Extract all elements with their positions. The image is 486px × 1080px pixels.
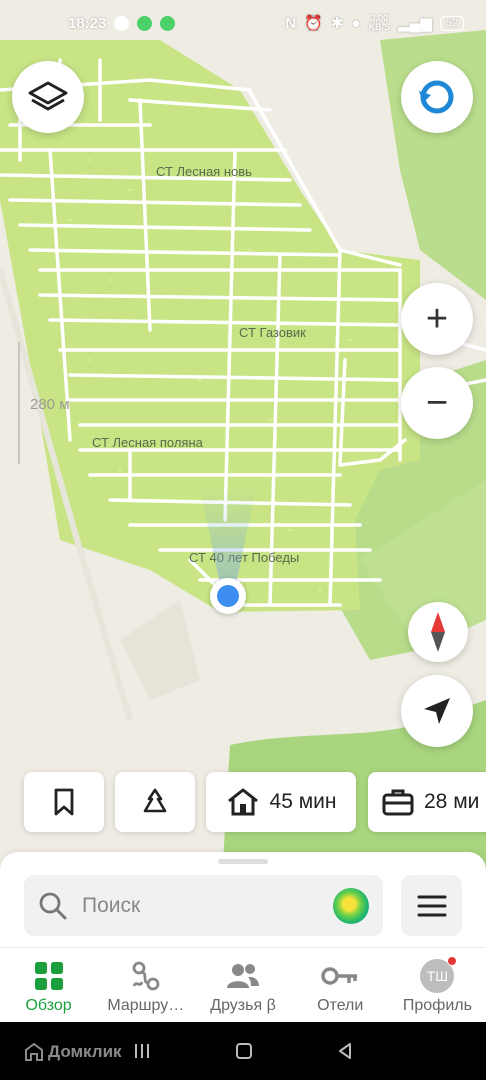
- zoom-out-button[interactable]: −: [401, 367, 473, 439]
- sheet-divider: [0, 947, 486, 948]
- layers-icon: [28, 81, 68, 111]
- scale-label: 280 м: [30, 396, 70, 413]
- hamburger-icon: [417, 895, 446, 916]
- layers-button[interactable]: [12, 61, 84, 133]
- alarm-icon: ⏰: [304, 15, 323, 32]
- bookmarks-chip[interactable]: [24, 772, 104, 832]
- work-route-time: 28 ми: [424, 790, 480, 813]
- search-bar[interactable]: Поиск: [24, 875, 383, 936]
- tab-profile-label: Профиль: [402, 997, 472, 1014]
- sheet-grabber[interactable]: [218, 859, 268, 864]
- tab-hotels-label: Отели: [317, 997, 364, 1014]
- compass-icon: [431, 612, 445, 652]
- rotate-icon: [419, 80, 454, 114]
- tab-routes-label: Маршру…: [107, 997, 185, 1014]
- work-route-chip[interactable]: 28 ми: [368, 772, 486, 832]
- zoom-in-button[interactable]: +: [401, 283, 473, 355]
- location-dot: [217, 585, 239, 607]
- bookmark-icon: [54, 788, 74, 816]
- avatar: ТШ: [420, 956, 458, 993]
- home-icon: [227, 788, 258, 816]
- menu-button[interactable]: [401, 875, 462, 936]
- location-status-icon: ●: [351, 14, 361, 32]
- whatsapp-icon: [114, 15, 130, 31]
- search-input[interactable]: Поиск: [82, 894, 140, 918]
- map-label-lesnaya-polyana: СТ Лесная поляна: [92, 435, 203, 450]
- navigation-arrow-icon: [424, 698, 450, 724]
- tab-bar: Обзор Маршру… Друзья β Отели ТШ Профиль: [0, 952, 486, 1022]
- map-label-gazovik: СТ Газовик: [239, 325, 306, 340]
- back-icon[interactable]: [336, 1042, 354, 1060]
- tab-routes[interactable]: Маршру…: [97, 952, 194, 1022]
- tab-hotels[interactable]: Отели: [292, 952, 389, 1022]
- watermark-logo-icon: [25, 1042, 43, 1061]
- user-location-marker[interactable]: [210, 578, 246, 614]
- status-time: 18:23: [68, 14, 107, 32]
- nfc-icon: N: [285, 14, 297, 32]
- signal-icon: ▂▄▆: [398, 15, 432, 32]
- scale-bar: [18, 342, 20, 464]
- route-icon: [132, 961, 160, 991]
- home-route-time: 45 мин: [269, 790, 337, 813]
- map-rotate-button[interactable]: [401, 61, 473, 133]
- search-icon: [39, 892, 67, 919]
- map-label-40-let-pobedy: СТ 40 лет Победы: [189, 550, 300, 565]
- compass-button[interactable]: [408, 602, 468, 662]
- tab-overview-label: Обзор: [25, 997, 72, 1014]
- recents-icon[interactable]: [132, 1041, 152, 1061]
- bottom-sheet[interactable]: Поиск Обзор Маршру… Друзья β Отели ТШ Пр…: [0, 852, 486, 1022]
- places-chip[interactable]: [115, 772, 195, 832]
- briefcase-icon: [382, 789, 414, 816]
- home-nav-icon[interactable]: [235, 1042, 253, 1060]
- tab-friends[interactable]: Друзья β: [194, 952, 291, 1022]
- phone-icon: [160, 15, 176, 31]
- grid-icon: [34, 962, 63, 990]
- messenger-icon: [137, 15, 153, 31]
- tab-overview[interactable]: Обзор: [0, 952, 97, 1022]
- tab-friends-label: Друзья β: [210, 997, 276, 1014]
- home-route-chip[interactable]: 45 мин: [206, 772, 356, 832]
- tree-icon: [143, 788, 167, 813]
- voice-assistant-icon[interactable]: [333, 887, 369, 924]
- minus-icon: −: [425, 382, 449, 424]
- friends-icon: [227, 964, 259, 988]
- key-icon: [321, 967, 358, 985]
- tab-profile[interactable]: ТШ Профиль: [389, 952, 486, 1022]
- map-label-lesnaya-nov: СТ Лесная новь: [156, 164, 252, 179]
- battery-indicator: 52: [439, 15, 464, 31]
- notification-dot: [447, 956, 458, 966]
- network-speed: 3,00 KB/S: [368, 13, 391, 32]
- status-bar: 18:23 N ⏰ ✱ ● 3,00 KB/S ▂▄▆ 52: [0, 0, 486, 46]
- plus-icon: +: [425, 298, 449, 340]
- watermark: Домклик: [24, 1042, 122, 1062]
- locate-me-button[interactable]: [401, 675, 473, 747]
- bluetooth-icon: ✱: [330, 15, 344, 32]
